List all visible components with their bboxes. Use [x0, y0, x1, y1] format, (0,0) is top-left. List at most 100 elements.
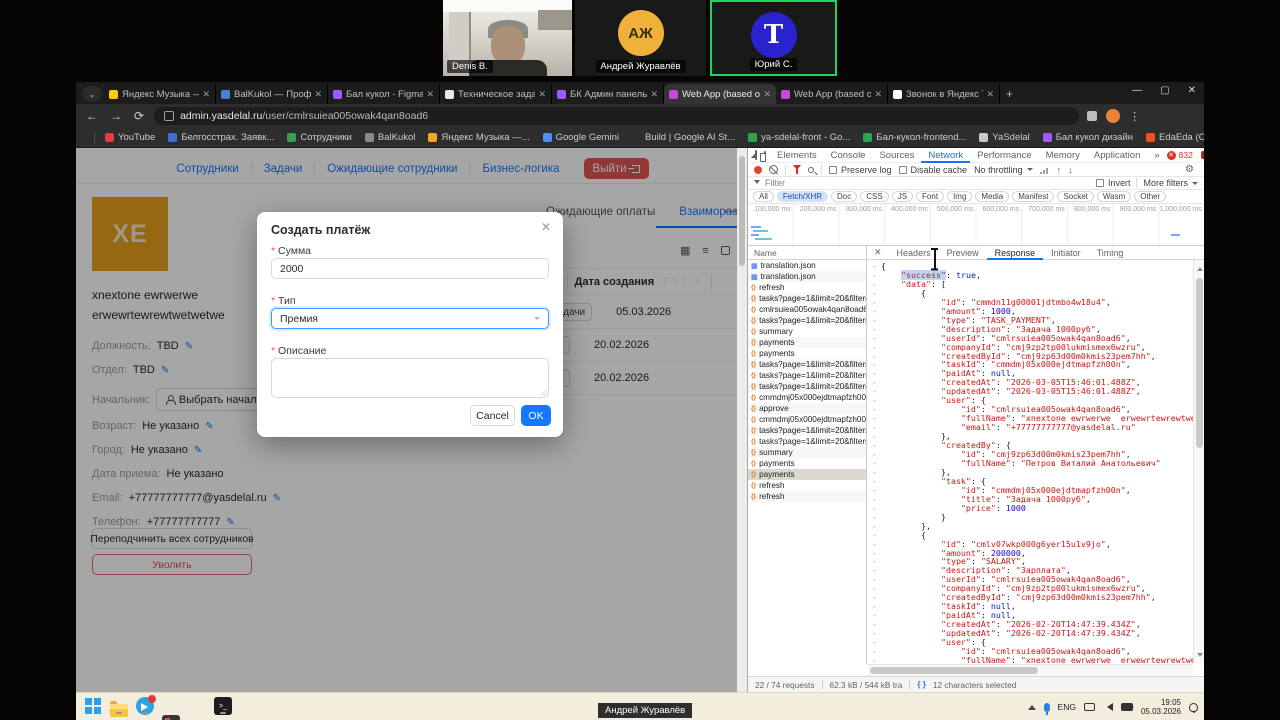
detail-tab[interactable]: Initiator — [1043, 246, 1089, 260]
preserve-log-checkbox[interactable]: Preserve log — [829, 165, 892, 175]
notifications-icon[interactable] — [1189, 702, 1198, 713]
more-filters-button[interactable]: More filters — [1143, 178, 1198, 188]
browser-tab[interactable]: Web App (based on LiteF ✕ — [776, 84, 888, 104]
name-column-header[interactable]: Name — [748, 246, 867, 259]
start-button[interactable] — [84, 697, 102, 715]
display-icon[interactable] — [1083, 703, 1095, 711]
bookmark-item[interactable]: YaSdelal — [979, 132, 1030, 143]
request-row[interactable]: payments — [748, 337, 866, 348]
bookmark-item[interactable]: Белгосстрах. Заявк... — [168, 132, 274, 143]
browser-tab[interactable]: Звонок в Яндекс Тел ✕ — [888, 84, 1000, 104]
back-button[interactable]: ← — [86, 109, 98, 123]
request-row[interactable]: cmmdmj05x000ejdtmapfzh00n — [748, 392, 866, 403]
request-row[interactable]: tasks?page=1&limit=20&filters%5... — [748, 436, 866, 447]
browser-menu-icon[interactable]: ⋮ — [1129, 110, 1140, 123]
device-toolbar-icon[interactable] — [760, 150, 766, 162]
record-button[interactable] — [754, 165, 762, 174]
modal-close-icon[interactable]: ✕ — [541, 220, 551, 234]
scrollbar-thumb[interactable] — [870, 667, 1038, 674]
filter-chip[interactable]: Media — [975, 191, 1010, 202]
type-select[interactable]: Премия — [271, 308, 549, 329]
request-row[interactable]: summary — [748, 447, 866, 458]
devtools-tab[interactable]: Console — [824, 148, 873, 163]
detail-tab[interactable]: Response — [987, 246, 1044, 260]
volume-icon[interactable] — [1103, 703, 1113, 711]
request-row[interactable]: tasks?page=1&limit=20&filters%5... — [748, 315, 866, 326]
window-maximize-button[interactable]: ▢ — [1160, 85, 1169, 96]
network-overview-timeline[interactable]: 100,000 ms 200,000 ms 300,000 ms 400,000 ms… — [748, 204, 1204, 246]
new-tab-button[interactable]: + — [1006, 87, 1013, 101]
devtools-more-tabs-chevron[interactable]: » — [1147, 148, 1166, 163]
tab-close-icon[interactable]: ✕ — [538, 89, 546, 100]
pretty-print-icon[interactable]: { } — [917, 680, 925, 689]
call-tile-video[interactable]: Denis B. — [443, 0, 572, 76]
call-tile-avatar[interactable]: АЖ Андрей Журавлёв — [575, 0, 706, 76]
network-settings-icon[interactable]: ⚙ — [1185, 164, 1194, 175]
request-row[interactable]: tasks?page=1&limit=20&filters%5... — [748, 370, 866, 381]
bookmark-item[interactable]: YouTube — [105, 132, 155, 143]
invert-checkbox[interactable]: Invert — [1095, 178, 1130, 188]
scroll-down-arrow[interactable] — [1197, 653, 1203, 660]
terminal-icon[interactable]: >_ — [214, 697, 232, 715]
browser-tab[interactable]: Техническое задание: А ✕ — [440, 84, 552, 104]
devtools-tab[interactable]: Memory — [1039, 148, 1087, 163]
request-row[interactable]: payments — [748, 469, 866, 480]
request-row[interactable]: refresh — [748, 480, 866, 491]
devtools-tab[interactable]: Network — [921, 148, 970, 163]
site-info-icon[interactable] — [164, 111, 175, 121]
app-icon-dark[interactable] — [162, 715, 180, 720]
scrollbar-thumb[interactable] — [1196, 278, 1203, 448]
clear-button[interactable] — [769, 165, 778, 174]
filter-chip[interactable]: JS — [891, 191, 914, 202]
request-row[interactable]: tasks?page=1&limit=20&filters%5... — [748, 293, 866, 304]
window-close-button[interactable]: ✕ — [1188, 85, 1196, 96]
request-row[interactable]: payments — [748, 348, 866, 359]
extensions-icon[interactable] — [1087, 111, 1098, 121]
devtools-tab[interactable]: Elements — [770, 148, 824, 163]
response-vertical-scrollbar[interactable] — [1193, 260, 1204, 664]
filter-chip[interactable]: Wasm — [1096, 191, 1132, 202]
tab-close-icon[interactable]: ✕ — [202, 89, 210, 100]
request-row[interactable]: refresh — [748, 282, 866, 293]
bookmark-item[interactable]: EdaEda (Copy) – Fig... — [1146, 132, 1204, 143]
disable-cache-checkbox[interactable]: Disable cache — [898, 165, 967, 175]
address-bar[interactable]: admin.yasdelal.ru/user/cmlrsuiea005owak4… — [154, 107, 1080, 125]
export-har-icon[interactable]: ↓ — [1068, 165, 1073, 175]
description-textarea[interactable] — [271, 358, 549, 398]
amount-input[interactable] — [271, 258, 549, 279]
bookmark-item[interactable]: Google Gemini — [542, 132, 619, 143]
call-tile-active-speaker[interactable]: T Юрий С. — [710, 0, 837, 76]
bookmark-item[interactable]: BalKukol — [364, 132, 415, 143]
forward-button[interactable]: → — [110, 109, 122, 123]
browser-tab[interactable]: BalKukol — Профиль ✕ — [216, 84, 328, 104]
filter-funnel-icon[interactable] — [793, 165, 801, 174]
bookmark-item[interactable]: Сотрудники — [287, 132, 352, 143]
tab-close-icon[interactable]: ✕ — [874, 89, 882, 100]
throttling-select[interactable]: No throttling — [974, 165, 1033, 175]
ok-button[interactable]: OK — [521, 405, 551, 426]
page-scrollbar[interactable] — [737, 148, 747, 692]
filter-chip[interactable]: Doc — [831, 191, 858, 202]
browser-tab[interactable]: Web App (based on LiteF ✕ — [664, 84, 776, 104]
bookmark-item[interactable]: Яндекс Музыка —... — [428, 132, 530, 143]
devtools-tab[interactable]: Application — [1087, 148, 1147, 163]
detail-tab[interactable]: Timing — [1089, 246, 1132, 260]
camera-icon[interactable] — [1120, 703, 1134, 711]
profile-avatar[interactable] — [1106, 109, 1121, 123]
network-conditions-icon[interactable] — [1039, 165, 1050, 174]
close-detail-icon[interactable]: ✕ — [867, 247, 889, 258]
tab-close-icon[interactable]: ✕ — [314, 89, 322, 100]
request-row[interactable]: tasks?page=1&limit=20&filters%5... — [748, 359, 866, 370]
scrollbar-thumb[interactable] — [739, 156, 745, 266]
language-indicator[interactable]: ENG — [1058, 702, 1076, 712]
bookmark-item[interactable]: Бал-кукол-frontend... — [863, 132, 966, 143]
request-row[interactable]: translation.json — [748, 260, 866, 271]
tab-search-button[interactable]: ⌄ — [82, 86, 102, 102]
microphone-icon[interactable] — [1043, 702, 1050, 715]
bookmark-item[interactable]: Бал кукол дизайн — [1042, 132, 1133, 143]
request-row[interactable]: tasks?page=1&limit=20&filters%5... — [748, 381, 866, 392]
file-explorer-icon[interactable] — [110, 697, 128, 717]
devtools-tab[interactable]: Performance — [970, 148, 1038, 163]
import-har-icon[interactable]: ↑ — [1057, 165, 1062, 175]
tab-close-icon[interactable]: ✕ — [986, 89, 994, 100]
